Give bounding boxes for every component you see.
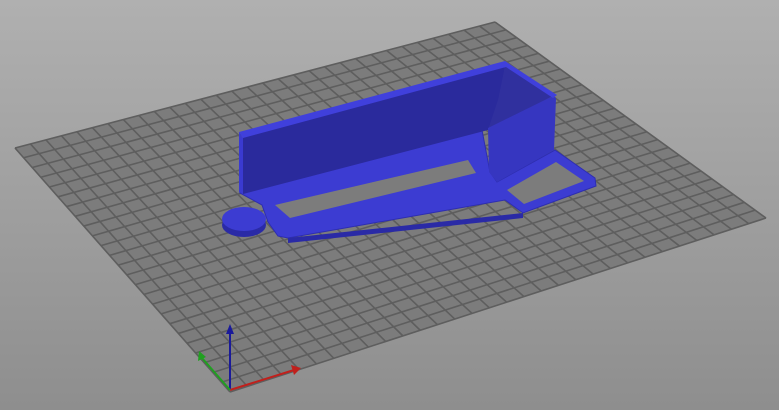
- model-tab[interactable]: [222, 207, 266, 231]
- model-wall-edge: [239, 132, 243, 194]
- 3d-viewport[interactable]: [0, 0, 779, 410]
